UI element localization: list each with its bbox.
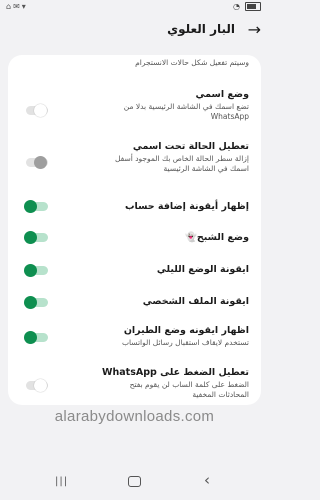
toggle-knob bbox=[24, 296, 37, 309]
home-button[interactable] bbox=[128, 476, 141, 487]
status-bar: ⌂ ✉ ▾ ◔ bbox=[0, 0, 269, 16]
toggle-switch[interactable] bbox=[24, 264, 48, 277]
toggle-knob bbox=[24, 264, 37, 277]
watermark-text: alarabydownloads.com bbox=[54, 408, 215, 425]
toggle-knob bbox=[34, 156, 47, 169]
toggle-knob bbox=[34, 104, 47, 117]
toggle-knob bbox=[24, 231, 37, 244]
recent-apps-button[interactable]: ||| bbox=[55, 476, 68, 487]
setting-row-night-mode-icon[interactable]: ايقونة الوضع الليلي bbox=[8, 259, 261, 281]
setting-description: تستخدم لايقاف استقبال رسائل الواتساب bbox=[121, 338, 249, 347]
setting-description: إزالة سطر الحالة الخاص بك الموجود أسفل ا… bbox=[114, 154, 249, 173]
toggle-knob bbox=[24, 331, 37, 344]
setting-title: تعطيل الحالة تحت اسمي bbox=[132, 141, 249, 152]
setting-row-my-name[interactable]: وضع اسمي تضع اسمك في الشاشة الرئيسية بدل… bbox=[8, 89, 261, 131]
partial-description: وسيتم تفعيل شكل حالات الانستجرام bbox=[135, 58, 249, 67]
toggle-switch[interactable] bbox=[26, 156, 48, 169]
toggle-switch[interactable] bbox=[24, 231, 48, 244]
setting-title: ايقونة الوضع الليلي bbox=[156, 264, 249, 275]
settings-card: وسيتم تفعيل شكل حالات الانستجرام وضع اسم… bbox=[8, 55, 261, 405]
toggle-switch[interactable] bbox=[24, 200, 48, 213]
battery-icon bbox=[245, 2, 261, 11]
toggle-switch[interactable] bbox=[24, 331, 48, 344]
toggle-switch[interactable] bbox=[26, 104, 48, 117]
navigation-bar: ||| ‹ bbox=[0, 468, 269, 500]
setting-row-add-account-icon[interactable]: إظهار أيقونة إضافة حساب bbox=[8, 195, 261, 217]
wifi-icon: ◔ bbox=[233, 2, 240, 11]
setting-row-disable-status[interactable]: تعطيل الحالة تحت اسمي إزالة سطر الحالة ا… bbox=[8, 141, 261, 189]
signal-icon: ▾ bbox=[21, 2, 26, 11]
back-arrow-icon[interactable]: → bbox=[248, 21, 261, 39]
setting-row-profile-icon[interactable]: ايقونة الملف الشخصي bbox=[8, 291, 261, 313]
status-left: ⌂ ✉ ▾ bbox=[6, 2, 26, 11]
setting-title: وضع الشبح👻 bbox=[185, 232, 249, 243]
status-right: ◔ bbox=[233, 2, 261, 11]
toggle-knob bbox=[24, 200, 37, 213]
toggle-switch[interactable] bbox=[24, 296, 48, 309]
toggle-switch[interactable] bbox=[26, 379, 48, 392]
setting-title: ايقونة الملف الشخصي bbox=[142, 296, 249, 307]
setting-title: اظهار ايقونه وضع الطيران bbox=[123, 325, 249, 336]
notification-icon: ✉ bbox=[13, 2, 20, 11]
toggle-knob bbox=[34, 379, 47, 392]
setting-title: إظهار أيقونة إضافة حساب bbox=[125, 201, 249, 212]
setting-row-disable-whatsapp-press[interactable]: تعطيل الضغط على WhatsApp الضغط على كلمة … bbox=[8, 365, 261, 401]
setting-row-ghost-mode[interactable]: وضع الشبح👻 bbox=[8, 227, 261, 249]
setting-description: تضع اسمك في الشاشة الرئيسية بدلا من What… bbox=[123, 102, 249, 121]
setting-row-airplane-icon[interactable]: اظهار ايقونه وضع الطيران تستخدم لايقاف ا… bbox=[8, 323, 261, 357]
setting-title: وضع اسمي bbox=[195, 89, 249, 100]
setting-title: تعطيل الضغط على WhatsApp bbox=[102, 367, 249, 378]
setting-description: الضغط على كلمة الساب لن يقوم بفتح المحاد… bbox=[129, 380, 249, 399]
back-button[interactable]: ‹ bbox=[204, 471, 210, 489]
notification-icon: ⌂ bbox=[6, 2, 12, 11]
page-title: البار العلوي bbox=[167, 22, 235, 36]
header: → البار العلوي bbox=[0, 16, 269, 46]
